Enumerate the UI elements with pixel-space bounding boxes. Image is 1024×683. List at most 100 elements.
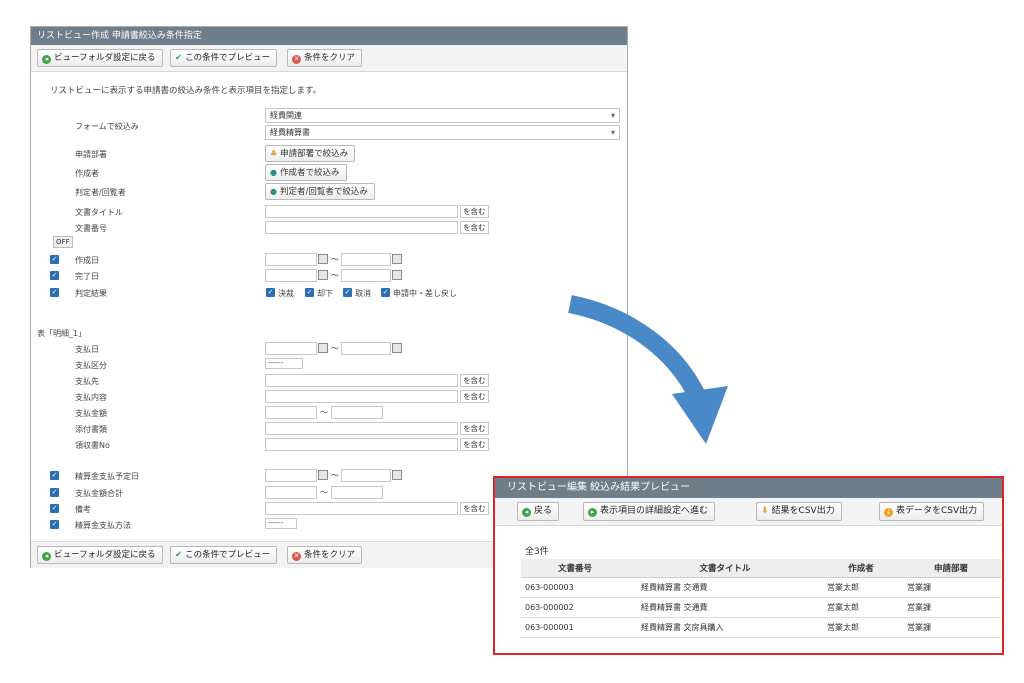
preview-button[interactable]: ✔ この条件でプレビュー	[170, 49, 278, 67]
pay-type-select[interactable]: ------	[265, 358, 303, 369]
column-header[interactable]: 文書タイトル	[629, 559, 821, 578]
contains-tag[interactable]: を含む	[460, 374, 489, 387]
check-icon: ✔	[175, 53, 183, 63]
pay-amount-label: 支払金額	[75, 409, 107, 418]
contains-tag[interactable]: を含む	[460, 205, 489, 218]
pay-method-checkbox[interactable]: ✓	[50, 520, 59, 529]
sched-pay-from-input[interactable]	[265, 469, 317, 482]
calendar-icon[interactable]	[392, 343, 402, 353]
pay-dest-input[interactable]	[265, 374, 458, 387]
pay-total-to-input[interactable]	[331, 486, 383, 499]
panel-title: リストビュー作成 申請書絞込み条件指定	[31, 27, 627, 45]
forward-arrow-icon: ▸	[588, 508, 597, 517]
sched-pay-to-input[interactable]	[341, 469, 391, 482]
contains-tag[interactable]: を含む	[460, 422, 489, 435]
form-filter-label: フォームで絞込み	[75, 122, 139, 131]
completed-label: 完了日	[75, 272, 99, 281]
back-button[interactable]: ◂ 戻る	[517, 502, 560, 521]
pay-date-label: 支払日	[75, 345, 99, 354]
author-filter-button[interactable]: ● 作成者で絞込み	[265, 164, 347, 181]
table-row[interactable]: 063-000003 経費精算書 交通費 営業太郎 営業課	[521, 577, 1001, 598]
range-tilde: ～	[320, 408, 328, 417]
created-from-input[interactable]	[265, 253, 317, 266]
result-cancelled-checkbox[interactable]: ✓	[343, 288, 352, 297]
column-header[interactable]: 作成者	[821, 559, 901, 578]
back-to-view-folder-button[interactable]: ◂ ビューフォルダ設定に戻る	[37, 49, 163, 67]
form-category-select[interactable]: 経費関連	[265, 108, 620, 123]
author-label: 作成者	[75, 169, 99, 178]
judge-filter-button[interactable]: ● 判定者/回覧者で絞込み	[265, 183, 375, 200]
pay-total-from-input[interactable]	[265, 486, 317, 499]
doc-number-input[interactable]	[265, 221, 458, 234]
table-row[interactable]: 063-000002 経費精算書 交通費 営業太郎 営業課	[521, 597, 1001, 618]
export-result-csv-button[interactable]: ⬇ 結果をCSV出力	[756, 502, 842, 521]
pay-date-to-input[interactable]	[341, 342, 391, 355]
pay-date-from-input[interactable]	[265, 342, 317, 355]
user-icon: ●	[270, 168, 277, 177]
calendar-icon[interactable]	[392, 470, 402, 480]
remarks-checkbox[interactable]: ✓	[50, 504, 59, 513]
cell-doc-number: 063-000002	[521, 597, 629, 618]
sched-pay-date-checkbox[interactable]: ✓	[50, 471, 59, 480]
pay-amount-from-input[interactable]	[265, 406, 317, 419]
detail-settings-button[interactable]: ▸ 表示項目の詳細設定へ進む	[583, 502, 716, 521]
clear-conditions-button[interactable]: ✕ 条件をクリア	[287, 49, 363, 67]
form-select[interactable]: 経費精算書	[265, 125, 620, 140]
contains-tag[interactable]: を含む	[460, 502, 489, 515]
result-rejected-label: 却下	[317, 289, 333, 298]
cell-doc-number: 063-000003	[521, 577, 629, 598]
pay-amount-to-input[interactable]	[331, 406, 383, 419]
export-table-csv-button[interactable]: ↓ 表データをCSV出力	[879, 502, 985, 521]
result-table: 文書番号 文書タイトル 作成者 申請部署 063-000003 経費精算書 交通…	[521, 559, 1001, 638]
dept-filter-button[interactable]: ♣ 申請部署で絞込み	[265, 145, 356, 162]
dept-label: 申請部署	[75, 150, 107, 159]
cell-doc-number: 063-000001	[521, 617, 629, 638]
preview-button[interactable]: ✔ この条件でプレビュー	[170, 546, 278, 564]
cell-doc-title: 経費精算書 文房具購入	[629, 617, 821, 638]
calendar-icon[interactable]	[318, 470, 328, 480]
contains-tag[interactable]: を含む	[460, 390, 489, 403]
cell-author: 営業太郎	[821, 577, 901, 598]
result-checkbox[interactable]: ✓	[50, 288, 59, 297]
calendar-icon[interactable]	[392, 254, 402, 264]
doc-title-input[interactable]	[265, 205, 458, 218]
pay-method-select[interactable]: ------	[265, 518, 297, 529]
completed-from-input[interactable]	[265, 269, 317, 282]
calendar-icon[interactable]	[318, 254, 328, 264]
judge-label: 判定者/回覧者	[75, 188, 126, 197]
flow-arrow-icon	[568, 295, 728, 444]
back-to-view-folder-button[interactable]: ◂ ビューフォルダ設定に戻る	[37, 546, 163, 564]
table-row[interactable]: 063-000001 経費精算書 文房具購入 営業太郎 営業課	[521, 617, 1001, 638]
calendar-icon[interactable]	[318, 270, 328, 280]
download-icon: ⬇	[761, 506, 769, 516]
result-pending-checkbox[interactable]: ✓	[381, 288, 390, 297]
calendar-icon[interactable]	[318, 343, 328, 353]
cell-dept: 営業課	[901, 577, 1001, 598]
pay-method-label: 精算金支払方法	[75, 521, 131, 530]
receipt-no-input[interactable]	[265, 438, 458, 451]
attach-type-label: 添付書類	[75, 425, 107, 434]
created-label: 作成日	[75, 256, 99, 265]
clear-conditions-button[interactable]: ✕ 条件をクリア	[287, 546, 363, 564]
result-rejected-checkbox[interactable]: ✓	[305, 288, 314, 297]
pay-content-input[interactable]	[265, 390, 458, 403]
column-header[interactable]: 申請部署	[901, 559, 1001, 578]
column-header[interactable]: 文書番号	[521, 559, 629, 578]
calendar-icon[interactable]	[392, 270, 402, 280]
back-arrow-icon: ◂	[42, 552, 51, 561]
created-checkbox[interactable]: ✓	[50, 255, 59, 264]
completed-checkbox[interactable]: ✓	[50, 271, 59, 280]
check-icon: ✔	[175, 550, 183, 560]
pay-total-checkbox[interactable]: ✓	[50, 488, 59, 497]
contains-tag[interactable]: を含む	[460, 221, 489, 234]
receipt-no-label: 領収書No	[75, 441, 110, 450]
attach-type-input[interactable]	[265, 422, 458, 435]
contains-tag[interactable]: を含む	[460, 438, 489, 451]
created-to-input[interactable]	[341, 253, 391, 266]
remarks-input[interactable]	[265, 502, 458, 515]
sched-pay-date-label: 精算金支払予定日	[75, 472, 139, 481]
result-approved-checkbox[interactable]: ✓	[266, 288, 275, 297]
off-toggle-button[interactable]: OFF	[53, 236, 73, 248]
completed-to-input[interactable]	[341, 269, 391, 282]
cell-dept: 営業課	[901, 617, 1001, 638]
